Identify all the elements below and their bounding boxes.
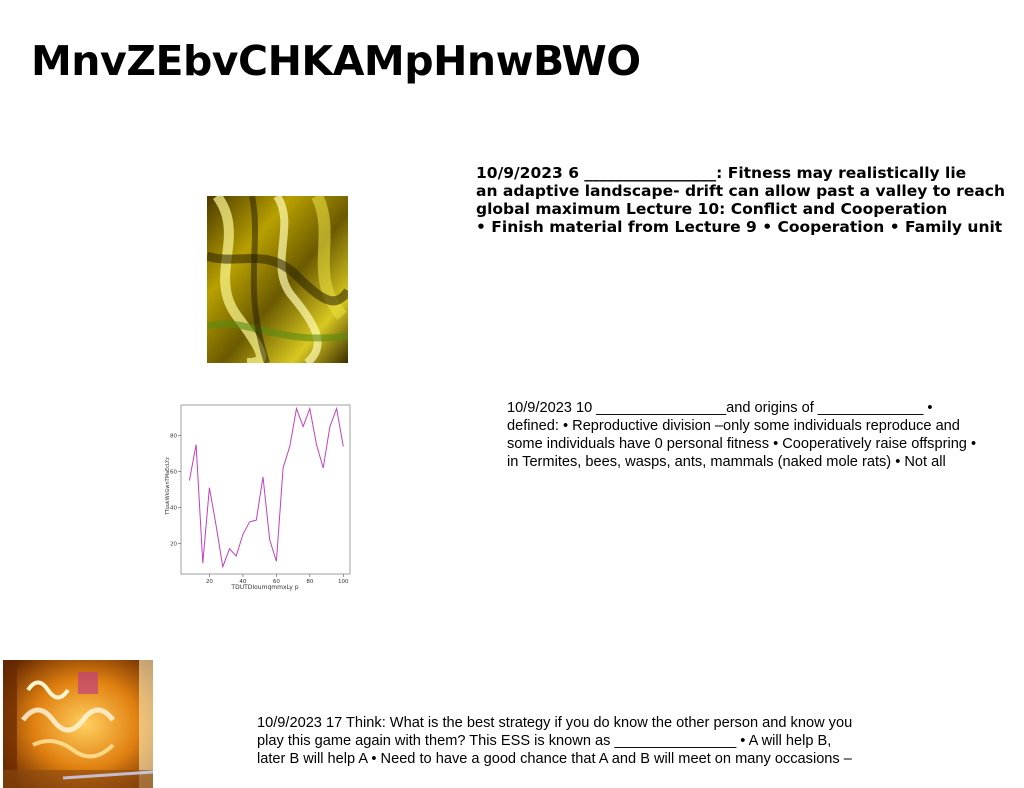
text-line: later B will help A • Need to have a goo… [257,751,852,767]
text-line: 10/9/2023 10 ________________and origins… [507,400,933,416]
x-axis-label: TDUTDIoumqmmxLy p [230,584,298,591]
text-line: defined: • Reproductive division –only s… [507,418,960,434]
y-axis-label: TTuukWkGwnTMaEcLYz [165,457,171,516]
text-line: global maximum Lecture 10: Conflict and … [476,200,948,218]
x-tick-label: 100 [338,579,349,585]
x-tick-label: 80 [306,579,313,585]
text-block-eusociality: 10/9/2023 10 ________________and origins… [507,399,1024,471]
text-line: play this game again with them? This ESS… [257,733,832,749]
gold-swirl-graphic [207,196,348,363]
line-chart: 20 40 60 80 100 20 40 60 80 TDUTDIoumqmmxLy p TT… [160,398,360,594]
y-tick-label: 60 [170,470,177,476]
graffiti-photo [3,660,153,788]
text-line: 10/9/2023 6 _________________: Fitness m… [476,164,967,182]
text-line: • Finish material from Lecture 9 • Coope… [476,218,1003,236]
text-line: in Termites, bees, wasps, ants, mammals … [507,454,946,470]
text-line: an adaptive landscape- drift can allow p… [476,182,1006,200]
y-tick-label: 80 [170,434,177,440]
y-tick-label: 40 [170,505,177,511]
y-tick-label: 20 [170,541,177,547]
gold-swirl-image [207,196,348,363]
page-title: MnvZEbvCHKAMpHnwBWO [31,37,641,85]
text-block-reciprocal-altruism: 10/9/2023 17 Think: What is the best str… [257,714,1024,768]
text-line: 10/9/2023 17 Think: What is the best str… [257,715,853,731]
graffiti-graphic [3,660,153,788]
line-chart-svg: 20 40 60 80 10020406080 TDUTDIoumqmmxLy p TT… [165,404,351,591]
text-line: some individuals have 0 personal fitness… [507,436,977,452]
series-line [188,406,344,569]
text-block-lecture-9: 10/9/2023 6 _________________: Fitness m… [476,164,1024,236]
x-tick-label: 20 [206,579,213,585]
chart-frame [180,404,351,575]
